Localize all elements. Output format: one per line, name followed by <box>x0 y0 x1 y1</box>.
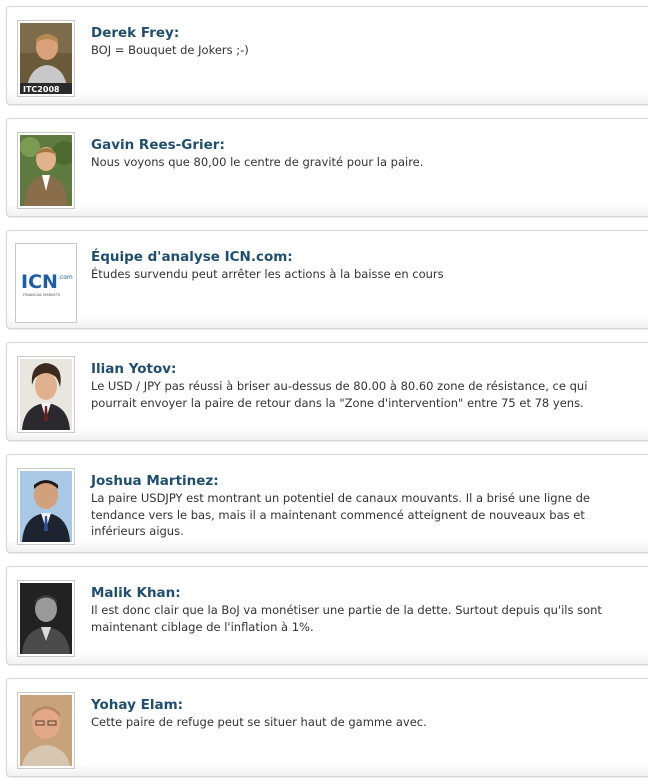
comment-card: Ilian Yotov: Le USD / JPY pas réussi à b… <box>6 342 648 441</box>
avatar <box>17 132 75 209</box>
person-photo-icon <box>20 583 72 654</box>
icn-logo-main: ICN <box>21 271 58 293</box>
comment-card: ITC2008 Derek Frey: BOJ = Bouquet de Jok… <box>6 6 648 105</box>
person-photo-icon: ITC2008 <box>20 23 72 94</box>
comment-card: ICN .com FINANCIAL MARKETS Équipe d'anal… <box>6 230 648 329</box>
comment-card: Gavin Rees-Grier: Nous voyons que 80,00 … <box>6 118 648 217</box>
comment-author[interactable]: Derek Frey: <box>91 25 179 41</box>
comment-text: Il est donc clair que la BoJ va monétise… <box>91 603 602 634</box>
comment-text: Cette paire de refuge peut se situer hau… <box>91 715 427 729</box>
comment-text: Études survendu peut arrêter les actions… <box>91 267 444 281</box>
person-photo-icon <box>20 695 72 766</box>
avatar <box>17 580 75 657</box>
comment-author[interactable]: Équipe d'analyse ICN.com: <box>91 249 293 265</box>
avatar <box>17 468 75 545</box>
comment-card: Yohay Elam: Cette paire de refuge peut s… <box>6 678 648 777</box>
comment-author[interactable]: Malik Khan: <box>91 585 181 601</box>
comment-author[interactable]: Joshua Martinez: <box>91 473 219 489</box>
icn-logo-icon: ICN .com FINANCIAL MARKETS <box>18 246 74 320</box>
comment-author[interactable]: Ilian Yotov: <box>91 361 176 377</box>
avatar: ICN .com FINANCIAL MARKETS <box>15 243 77 323</box>
comment-card: Malik Khan: Il est donc clair que la BoJ… <box>6 566 648 665</box>
comment-text: La paire USDJPY est montrant un potentie… <box>91 491 590 538</box>
avatar-badge: ITC2008 <box>23 85 60 94</box>
comment-author[interactable]: Yohay Elam: <box>91 697 183 713</box>
person-photo-icon <box>20 359 72 430</box>
comment-text: BOJ = Bouquet de Jokers ;-) <box>91 43 249 57</box>
avatar: ITC2008 <box>17 20 75 97</box>
comment-card: Joshua Martinez: La paire USDJPY est mon… <box>6 454 648 553</box>
comment-author[interactable]: Gavin Rees-Grier: <box>91 137 225 153</box>
comment-feed: ITC2008 Derek Frey: BOJ = Bouquet de Jok… <box>0 0 648 781</box>
icn-logo-suffix: .com <box>58 274 73 281</box>
comment-text: Nous voyons que 80,00 le centre de gravi… <box>91 155 424 169</box>
person-photo-icon <box>20 135 72 206</box>
avatar <box>17 692 75 769</box>
comment-text: Le USD / JPY pas réussi à briser au-dess… <box>91 379 588 410</box>
avatar <box>17 356 75 433</box>
person-photo-icon <box>20 471 72 542</box>
icn-logo-tagline: FINANCIAL MARKETS <box>23 293 61 297</box>
